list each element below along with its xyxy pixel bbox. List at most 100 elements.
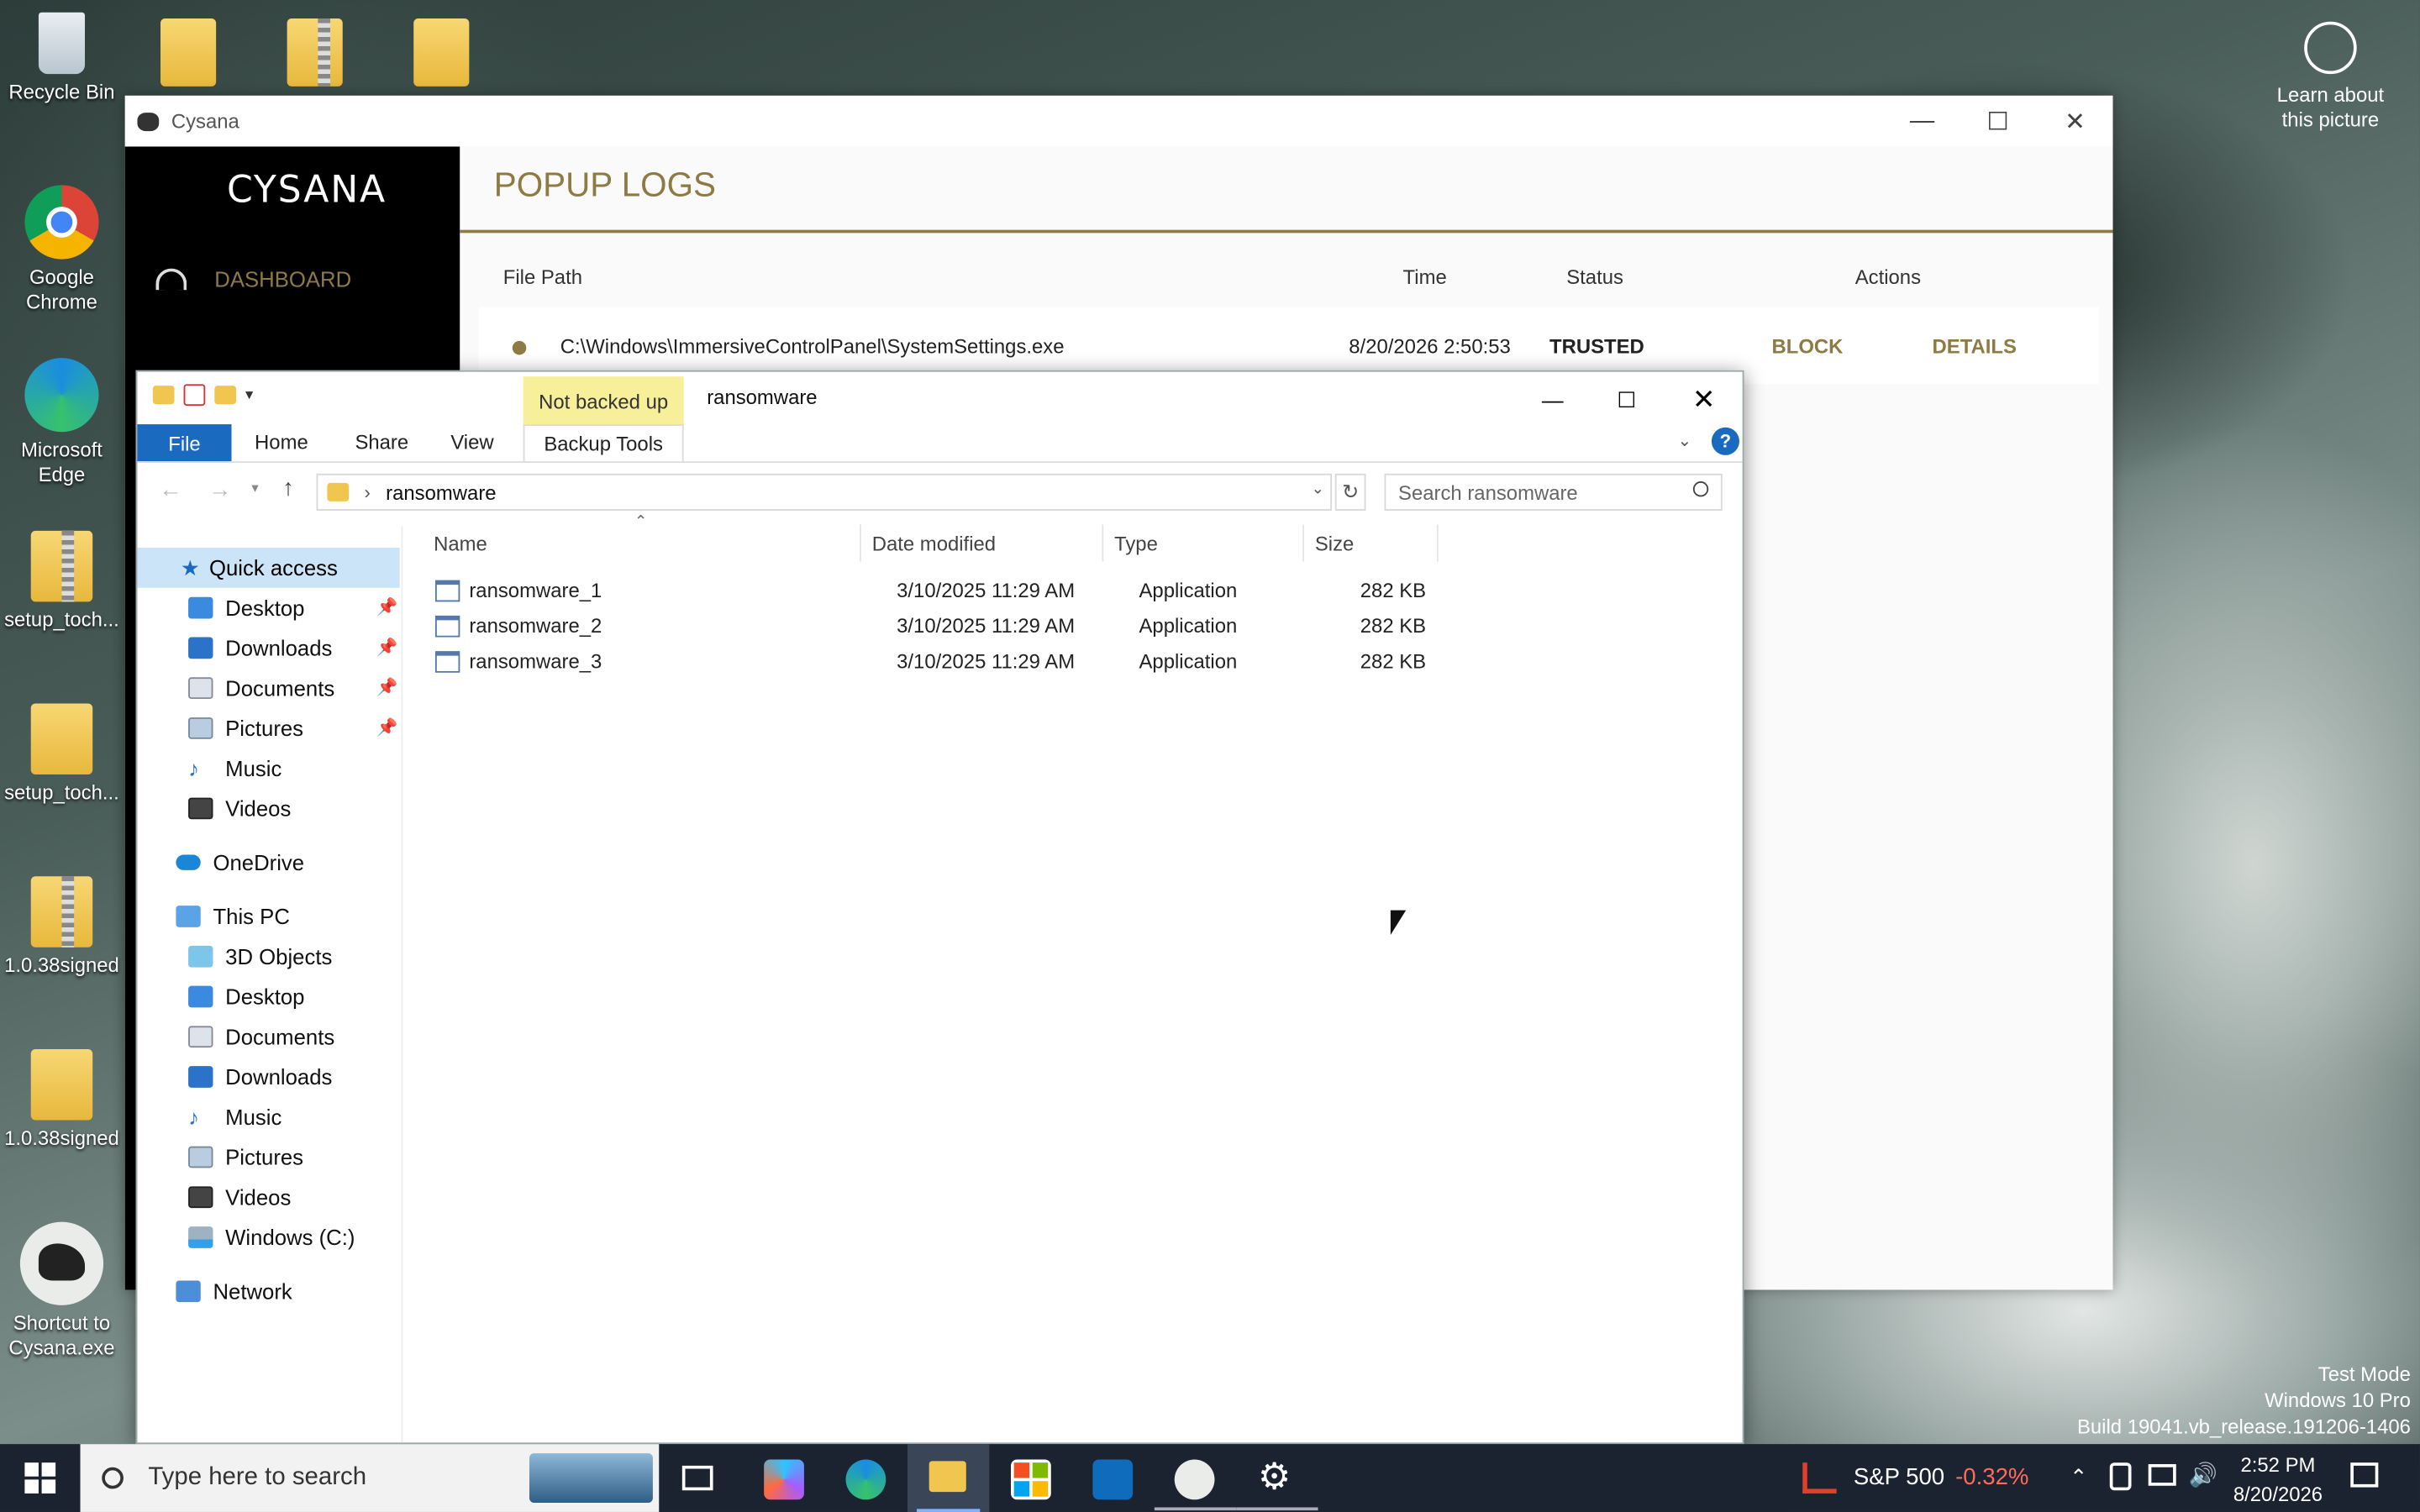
stock-chart-icon[interactable] <box>1802 1462 1837 1494</box>
properties-icon[interactable] <box>183 384 206 407</box>
pin-icon[interactable]: 📌 <box>376 677 397 697</box>
desktop-folder-icon[interactable] <box>160 18 217 87</box>
desktop-icon-signed-1[interactable]: 1.0.38signed <box>0 876 124 978</box>
forward-arrow-icon[interactable]: → <box>208 477 232 503</box>
network-icon[interactable] <box>2148 1464 2176 1486</box>
help-icon[interactable]: ? <box>1711 427 1739 455</box>
file-row[interactable]: ransomware_2 3/10/2025 11:29 AM Applicat… <box>434 608 1439 643</box>
cloud-icon <box>176 854 201 870</box>
new-folder-icon[interactable] <box>214 386 237 405</box>
details-button[interactable]: DETAILS <box>1933 335 2017 359</box>
column-header-type[interactable]: Type <box>1114 524 1158 561</box>
back-arrow-icon[interactable]: ← <box>159 477 182 503</box>
recent-locations-icon[interactable]: ▾ <box>251 480 258 496</box>
nav-item-this-pc[interactable]: This PC <box>176 896 290 937</box>
search-input[interactable]: Search ransomware <box>1384 473 1723 511</box>
nav-item-videos[interactable]: Videos <box>188 789 291 829</box>
clock[interactable]: 2:52 PM 8/20/2026 <box>2232 1450 2324 1509</box>
tab-file[interactable]: File <box>137 424 232 462</box>
nav-item-videos[interactable]: Videos <box>188 1177 291 1217</box>
ribbon-expand-icon[interactable]: ⌄ <box>1677 430 1691 450</box>
start-button[interactable] <box>24 1462 56 1494</box>
file-row[interactable]: ransomware_1 3/10/2025 11:29 AM Applicat… <box>434 572 1439 607</box>
minimize-button[interactable]: — <box>1885 96 1960 147</box>
desktop-icon-recycle-bin[interactable]: Recycle Bin <box>0 12 124 105</box>
column-divider[interactable] <box>1302 524 1305 562</box>
desktop-icon-setup-1[interactable]: setup_toch... <box>0 530 124 633</box>
column-header-size[interactable]: Size <box>1315 524 1354 561</box>
nav-item-music[interactable]: ♪ Music <box>188 748 281 789</box>
stock-change[interactable]: -0.32% <box>1955 1464 2028 1490</box>
breadcrumb[interactable]: ransomware <box>386 480 496 504</box>
learn-about-picture[interactable]: Learn about this picture <box>2269 21 2392 133</box>
task-view-icon[interactable] <box>681 1465 713 1491</box>
nav-item-onedrive[interactable]: OneDrive <box>176 843 304 883</box>
up-arrow-icon[interactable]: ↑ <box>282 475 294 501</box>
refresh-icon[interactable]: ↻ <box>1334 473 1366 511</box>
nav-item-network[interactable]: Network <box>176 1271 292 1311</box>
address-bar[interactable]: › ransomware ⌄ <box>316 473 1333 511</box>
nav-item-pictures[interactable]: Pictures <box>188 1137 303 1178</box>
cysana-taskbar-icon[interactable] <box>1174 1459 1215 1500</box>
tab-backup-tools[interactable]: Backup Tools <box>523 424 684 462</box>
address-dropdown-icon[interactable]: ⌄ <box>1311 481 1323 498</box>
desktop-zip-folder-icon[interactable] <box>287 18 343 87</box>
column-header-date[interactable]: Date modified <box>872 524 996 561</box>
desktop-icon-chrome[interactable]: Google Chrome <box>0 185 124 314</box>
explorer-taskbar-button[interactable] <box>907 1444 990 1512</box>
copilot-icon[interactable] <box>764 1459 804 1500</box>
edge-taskbar-icon[interactable] <box>845 1459 886 1500</box>
desktop-icon-setup-2[interactable]: setup_toch... <box>0 703 124 806</box>
nav-quick-access[interactable]: ★ Quick access <box>137 548 400 588</box>
pin-icon[interactable]: 📌 <box>376 597 397 617</box>
nav-item-music[interactable]: ♪ Music <box>188 1097 281 1137</box>
nav-item-documents[interactable]: Documents <box>188 1016 334 1057</box>
sidebar-item-dashboard[interactable]: DASHBOARD <box>155 267 351 291</box>
nav-item-downloads[interactable]: Downloads <box>188 628 332 669</box>
tab-share[interactable]: Share <box>355 430 408 454</box>
desktop-icon-edge[interactable]: Microsoft Edge <box>0 358 124 487</box>
store-icon[interactable] <box>1011 1459 1051 1500</box>
outlook-icon[interactable] <box>1092 1459 1134 1500</box>
nav-item-pictures[interactable]: Pictures <box>188 708 303 748</box>
notification-icon[interactable] <box>2350 1462 2379 1488</box>
desktop-icon-signed-2[interactable]: 1.0.38signed <box>0 1048 124 1151</box>
chevron-down-icon[interactable]: ▾ <box>245 386 253 403</box>
desktop-icon-cysana-shortcut[interactable]: Shortcut to Cysana.exe <box>0 1221 124 1361</box>
nav-item-downloads[interactable]: Downloads <box>188 1057 332 1097</box>
battery-icon[interactable] <box>2109 1462 2132 1491</box>
file-row[interactable]: ransomware_3 3/10/2025 11:29 AM Applicat… <box>434 643 1439 679</box>
tab-home[interactable]: Home <box>255 430 308 454</box>
nav-item-desktop[interactable]: Desktop <box>188 588 304 628</box>
nav-item-windows-c[interactable]: Windows (C:) <box>188 1217 355 1257</box>
pin-icon[interactable]: 📌 <box>376 638 397 657</box>
nav-item-desktop[interactable]: Desktop <box>188 977 304 1017</box>
folder-icon[interactable] <box>152 386 175 405</box>
nav-item-3d-objects[interactable]: 3D Objects <box>188 937 332 977</box>
stock-name[interactable]: S&P 500 <box>1854 1464 1944 1490</box>
nav-item-documents[interactable]: Documents <box>188 668 334 708</box>
volume-icon[interactable]: 🔊 <box>2188 1461 2217 1488</box>
chevron-right-icon: › <box>364 481 371 503</box>
maximize-button[interactable]: ☐ <box>1960 96 2036 147</box>
pin-icon[interactable]: 📌 <box>376 717 397 738</box>
block-button[interactable]: BLOCK <box>1772 335 1844 359</box>
desktop-folder-icon[interactable] <box>413 18 470 87</box>
column-header-name[interactable]: Name <box>434 524 487 561</box>
clock-date: 8/20/2026 <box>2233 1483 2323 1506</box>
minimize-button[interactable]: — <box>1514 378 1591 421</box>
search-icon <box>102 1467 124 1489</box>
close-button[interactable]: ✕ <box>2037 96 2112 147</box>
close-button[interactable]: ✕ <box>1665 378 1743 421</box>
taskbar-search-box[interactable]: Type here to search <box>80 1444 660 1512</box>
application-icon <box>434 579 460 601</box>
maximize-button[interactable]: ☐ <box>1588 378 1665 421</box>
column-divider[interactable] <box>860 524 861 562</box>
tab-view[interactable]: View <box>450 430 493 454</box>
file-name: ransomware_1 <box>469 578 602 602</box>
settings-gear-icon[interactable]: ⚙ <box>1258 1459 1292 1497</box>
column-divider[interactable] <box>1436 524 1439 562</box>
chevron-up-icon[interactable]: ⌃ <box>2070 1464 2088 1490</box>
column-divider[interactable] <box>1102 524 1104 562</box>
folder-icon <box>30 1048 93 1121</box>
